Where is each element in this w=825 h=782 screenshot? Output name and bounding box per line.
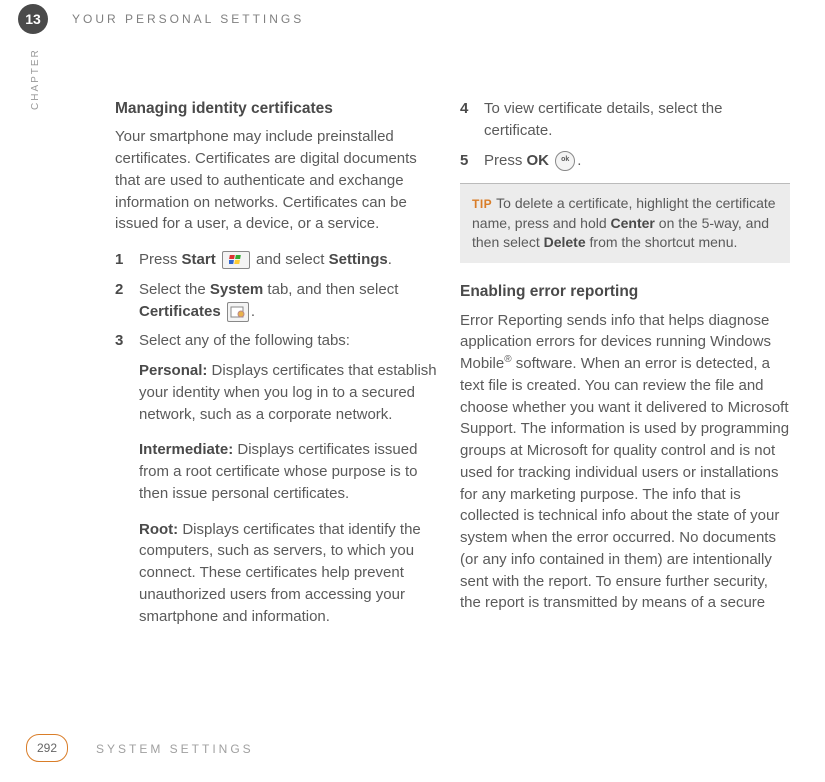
step-1: 1 Press Start and select Settings. bbox=[115, 249, 445, 271]
chapter-number-badge: 13 bbox=[18, 4, 48, 34]
bold-text: Delete bbox=[544, 234, 586, 250]
bold-text: OK bbox=[527, 152, 550, 169]
text: software. When an error is detected, a t… bbox=[460, 355, 789, 611]
footer-section-title: SYSTEM SETTINGS bbox=[96, 742, 254, 756]
tab-label: Personal: bbox=[139, 362, 207, 379]
bold-text: Certificates bbox=[139, 303, 221, 320]
bold-text: Start bbox=[182, 251, 216, 268]
registered-symbol: ® bbox=[504, 354, 511, 365]
left-column: Managing identity certificates Your smar… bbox=[115, 98, 445, 641]
running-header: YOUR PERSONAL SETTINGS bbox=[72, 12, 304, 26]
step-5: 5 Press OK ok. bbox=[460, 150, 790, 172]
step-2: 2 Select the System tab, and then select… bbox=[115, 279, 445, 323]
page-number-badge: 292 bbox=[26, 734, 68, 762]
bold-text: Center bbox=[611, 215, 655, 231]
bold-text: System bbox=[210, 281, 263, 298]
step-body: Press OK ok. bbox=[484, 150, 790, 172]
bold-text: Settings bbox=[329, 251, 388, 268]
section-heading-error-reporting: Enabling error reporting bbox=[460, 281, 790, 303]
tab-root: Root: Displays certificates that identif… bbox=[139, 519, 445, 628]
tab-label: Root: bbox=[139, 521, 178, 538]
error-reporting-paragraph: Error Reporting sends info that helps di… bbox=[460, 310, 790, 615]
step-number: 3 bbox=[115, 330, 139, 352]
tab-intermediate: Intermediate: Displays certificates issu… bbox=[139, 439, 445, 504]
tip-label: TIP bbox=[472, 197, 492, 211]
step-3: 3 Select any of the following tabs: bbox=[115, 330, 445, 352]
intro-paragraph: Your smartphone may include preinstalled… bbox=[115, 126, 445, 235]
step-body: Press Start and select Settings. bbox=[139, 249, 445, 271]
step-body: To view certificate details, select the … bbox=[484, 98, 790, 142]
step-number: 2 bbox=[115, 279, 139, 323]
text: and select bbox=[256, 251, 329, 268]
text: . bbox=[577, 152, 581, 169]
step-body: Select the System tab, and then select C… bbox=[139, 279, 445, 323]
text: tab, and then select bbox=[263, 281, 398, 298]
text: Press bbox=[484, 152, 527, 169]
step-body: Select any of the following tabs: bbox=[139, 330, 445, 352]
step-number: 5 bbox=[460, 150, 484, 172]
text: . bbox=[251, 303, 255, 320]
text: Press bbox=[139, 251, 182, 268]
start-icon bbox=[222, 251, 250, 269]
text: from the shortcut menu. bbox=[586, 234, 738, 250]
certificates-icon bbox=[227, 302, 249, 322]
chapter-side-label: CHAPTER bbox=[30, 48, 41, 110]
ok-icon: ok bbox=[555, 151, 575, 171]
tab-desc: Displays certificates that identify the … bbox=[139, 521, 421, 625]
tab-personal: Personal: Displays certificates that est… bbox=[139, 360, 445, 425]
right-column: 4 To view certificate details, select th… bbox=[460, 98, 790, 628]
section-heading-certificates: Managing identity certificates bbox=[115, 98, 445, 120]
step-number: 1 bbox=[115, 249, 139, 271]
tip-box: TIPTo delete a certificate, highlight th… bbox=[460, 183, 790, 263]
text: . bbox=[388, 251, 392, 268]
tab-label: Intermediate: bbox=[139, 441, 233, 458]
step-4: 4 To view certificate details, select th… bbox=[460, 98, 790, 142]
step-number: 4 bbox=[460, 98, 484, 142]
text: Select the bbox=[139, 281, 210, 298]
